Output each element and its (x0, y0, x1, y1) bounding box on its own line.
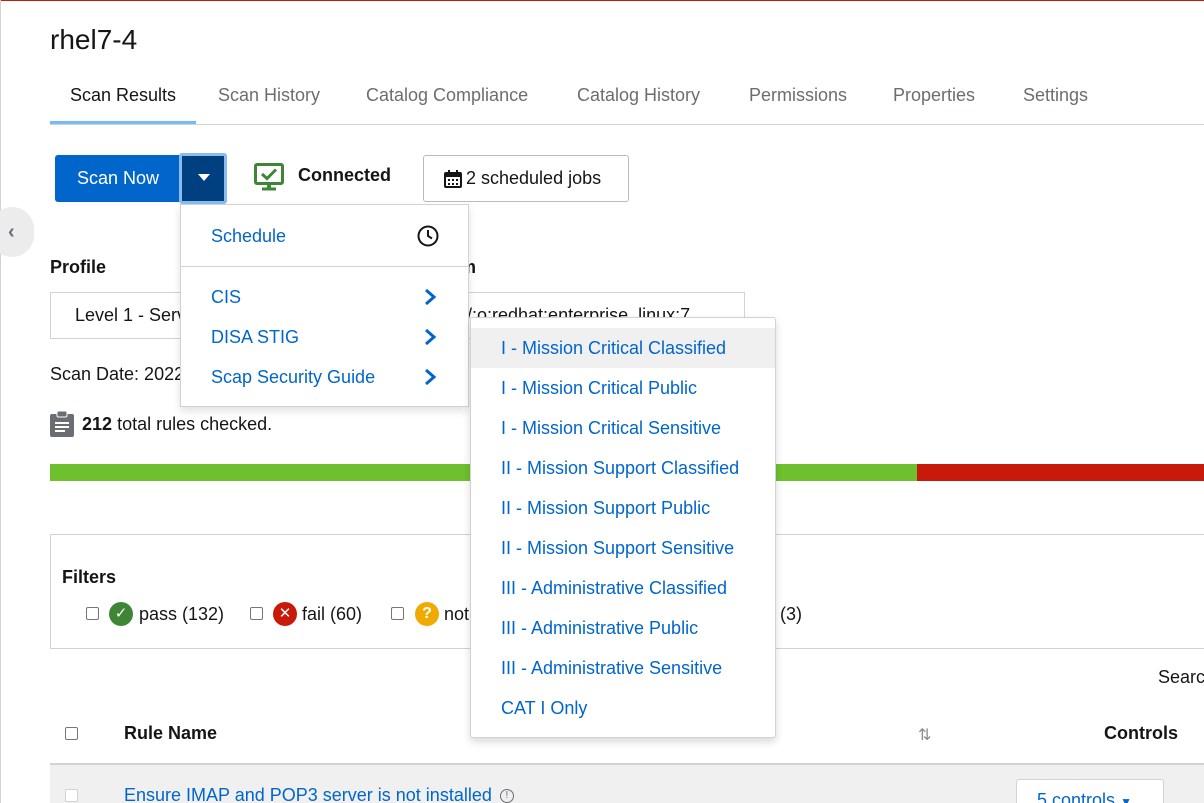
scan-date: Scan Date: 2022 (50, 364, 185, 384)
search-label: Searc (1158, 667, 1204, 687)
tab-scan-history[interactable]: Scan History (198, 78, 340, 124)
scan-options-toggle[interactable] (179, 153, 227, 204)
tab-catalog-history[interactable]: Catalog History (557, 78, 720, 124)
question-circle-icon: ? (415, 602, 439, 626)
submenu-item[interactable]: I - Mission Critical Public (471, 368, 775, 408)
submenu-item[interactable]: III - Administrative Classified (471, 568, 775, 608)
submenu-item[interactable]: II - Mission Support Public (471, 488, 775, 528)
calendar-icon (444, 170, 462, 188)
tab-settings[interactable]: Settings (1003, 78, 1108, 124)
caret-down-icon (198, 174, 210, 181)
sidebar-border (0, 0, 1, 803)
rules-summary: 212 total rules checked. (82, 414, 272, 435)
chevron-right-icon (425, 328, 437, 346)
profile-select[interactable]: Level 1 - Serv (50, 292, 190, 339)
controls-count: 5 controls (1037, 790, 1116, 803)
rules-summary-text: total rules checked. (117, 414, 273, 434)
sidebar-collapse-toggle[interactable]: ‹ (0, 207, 34, 257)
caret-down-icon: ▼ (1120, 795, 1132, 803)
submenu-item[interactable]: III - Administrative Sensitive (471, 648, 775, 688)
column-header-controls: Controls (1104, 723, 1178, 743)
clipboard-icon (50, 411, 74, 437)
column-header-rule-name[interactable]: Rule Name (124, 723, 217, 744)
submenu-item[interactable]: II - Mission Support Classified (471, 448, 775, 488)
info-icon[interactable]: ! (499, 789, 514, 803)
menu-divider (181, 266, 468, 267)
menu-item-cis[interactable]: CIS (211, 287, 241, 308)
menu-item-scap-security-guide[interactable]: Scap Security Guide (211, 367, 375, 388)
scheduled-jobs-button[interactable]: 2 scheduled jobs (423, 155, 629, 202)
scheduled-jobs-label: 2 scheduled jobs (466, 168, 602, 188)
tab-bar: Scan Results Scan History Catalog Compli… (50, 78, 1204, 125)
submenu-item[interactable]: I - Mission Critical Classified (471, 328, 775, 368)
filters-title: Filters (62, 567, 117, 587)
rule-name: Ensure IMAP and POP3 server is not insta… (124, 785, 492, 803)
tab-properties[interactable]: Properties (873, 78, 995, 124)
scan-now-button[interactable]: Scan Now (55, 155, 180, 202)
connection-status: Connected (298, 165, 392, 185)
filter-pass-checkbox[interactable] (86, 607, 99, 620)
tab-permissions[interactable]: Permissions (729, 78, 867, 124)
tab-catalog-compliance[interactable]: Catalog Compliance (346, 78, 548, 124)
clock-icon (417, 225, 439, 247)
profile-label: Profile (50, 257, 107, 277)
chevron-right-icon (425, 288, 437, 306)
filter-notchecked-checkbox[interactable] (391, 607, 404, 620)
top-accent-line (0, 0, 1204, 1)
menu-item-disa-stig[interactable]: DISA STIG (211, 327, 299, 348)
disa-stig-submenu: I - Mission Critical Classified I - Miss… (470, 317, 776, 738)
submenu-item[interactable]: CAT I Only (471, 688, 775, 728)
sort-icon[interactable]: ⇅ (918, 725, 931, 745)
filter-notchecked-label: not (444, 604, 470, 624)
submenu-item[interactable]: III - Administrative Public (471, 608, 775, 648)
controls-dropdown-button[interactable]: 5 controls ▼ (1016, 779, 1164, 803)
page-title: rhel7-4 (50, 24, 138, 55)
filter-fail-checkbox[interactable] (250, 607, 263, 620)
chevron-left-icon: ‹ (8, 221, 15, 243)
rule-link[interactable]: Ensure IMAP and POP3 server is not insta… (124, 785, 514, 803)
submenu-item[interactable]: I - Mission Critical Sensitive (471, 408, 775, 448)
select-all-checkbox[interactable] (65, 727, 78, 740)
row-checkbox[interactable] (65, 789, 78, 802)
check-circle-icon: ✓ (109, 602, 133, 626)
progress-fail-segment (917, 464, 1204, 481)
error-circle-icon: ✕ (273, 602, 297, 626)
submenu-item[interactable]: II - Mission Support Sensitive (471, 528, 775, 568)
filter-fail-label: fail (60) (302, 604, 363, 624)
filter-pass-label: pass (132) (139, 604, 225, 624)
monitor-check-icon (254, 163, 284, 191)
rules-count: 212 (82, 414, 113, 434)
menu-item-schedule[interactable]: Schedule (211, 226, 286, 247)
chevron-right-icon (425, 368, 437, 386)
tab-scan-results[interactable]: Scan Results (50, 78, 197, 124)
scan-options-menu: Schedule CIS DISA STIG Scap Security Gui… (180, 204, 469, 407)
